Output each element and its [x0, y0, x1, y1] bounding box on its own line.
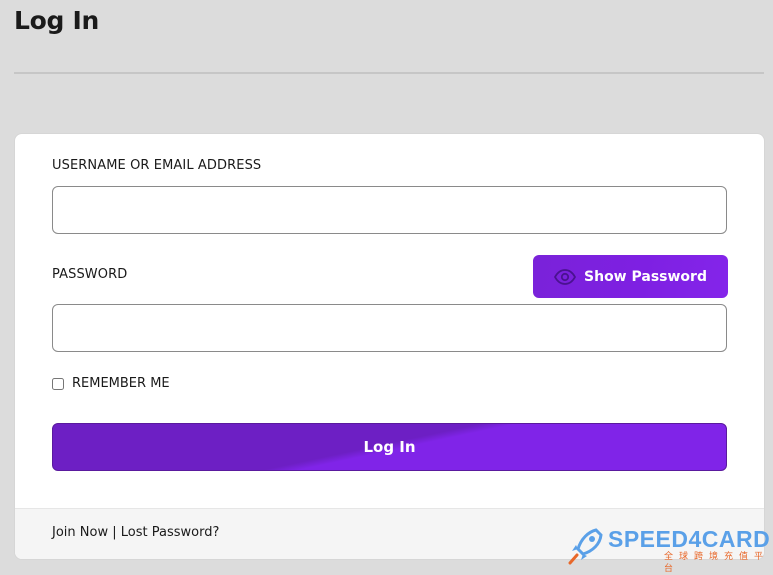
remember-me-row: REMEMBER ME — [52, 376, 170, 391]
watermark-brand: SPEED4CARD — [608, 526, 771, 552]
password-label: PASSWORD — [52, 267, 128, 282]
eye-icon — [554, 268, 577, 285]
show-password-button[interactable]: Show Password — [533, 255, 728, 298]
username-input[interactable] — [52, 186, 727, 234]
watermark-text: SPEED4CARD 全球跨境充值平台 — [608, 527, 770, 575]
login-button[interactable]: Log In — [52, 423, 727, 471]
login-card: USERNAME OR EMAIL ADDRESS PASSWORD Show … — [14, 133, 765, 560]
remember-me-checkbox[interactable] — [52, 377, 64, 390]
show-password-label: Show Password — [584, 268, 707, 285]
title-divider — [14, 72, 764, 74]
footer-links: Join Now | Lost Password? — [52, 525, 219, 540]
join-now-link[interactable]: Join Now — [52, 525, 108, 540]
username-label: USERNAME OR EMAIL ADDRESS — [52, 158, 262, 173]
watermark: SPEED4CARD 全球跨境充值平台 — [568, 527, 770, 574]
watermark-tagline: 全球跨境充值平台 — [664, 552, 770, 574]
password-input[interactable] — [52, 304, 727, 352]
remember-me-label: REMEMBER ME — [72, 376, 170, 391]
rocket-icon — [568, 527, 604, 565]
footer-separator: | — [112, 525, 117, 540]
page-title: Log In — [14, 6, 100, 35]
lost-password-link[interactable]: Lost Password? — [121, 525, 220, 540]
